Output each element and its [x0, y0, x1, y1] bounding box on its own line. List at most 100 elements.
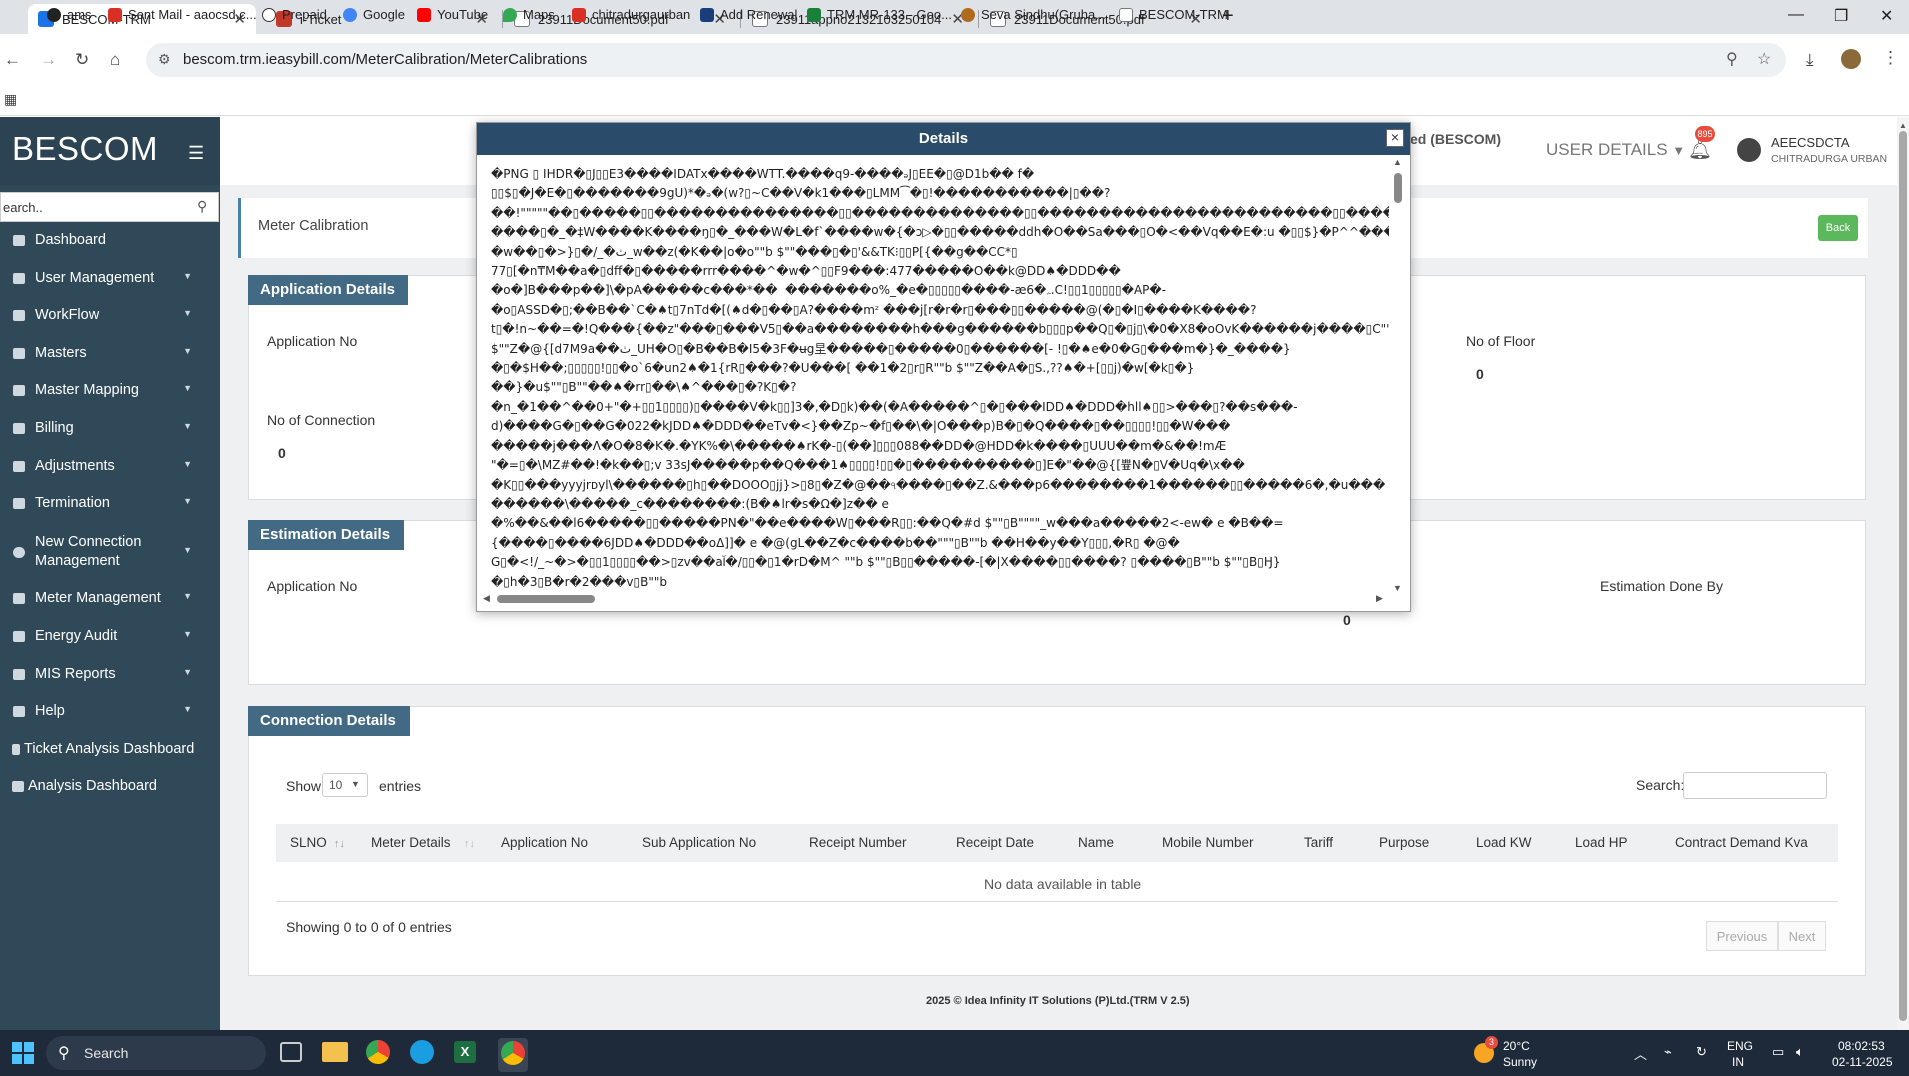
scroll-up-icon[interactable]: ▲: [1393, 157, 1402, 167]
bookmark-sent-mail[interactable]: Sent Mail - aaocsd.c...: [108, 7, 257, 22]
col-mobile-number[interactable]: Mobile Number: [1162, 835, 1254, 850]
bookmark-maps[interactable]: Maps: [503, 7, 555, 22]
col-sub-application-no[interactable]: Sub Application No: [642, 835, 756, 850]
page-scroll-thumb[interactable]: [1899, 131, 1907, 1021]
bookmark-google[interactable]: Google: [343, 7, 405, 22]
bookmark-seva-sindhu[interactable]: Seva Sindhu(Gruha...: [961, 7, 1106, 22]
next-button[interactable]: Next: [1778, 921, 1826, 951]
chrome-icon[interactable]: [366, 1040, 390, 1064]
sidebar-item-ticket-analysis-dashboard[interactable]: Ticket Analysis Dashboard: [0, 731, 220, 767]
bookmark-star-icon[interactable]: ☆: [1757, 49, 1771, 69]
sidebar-item-adjustments[interactable]: Adjustments ▼: [0, 448, 220, 484]
profile-avatar[interactable]: [1841, 49, 1861, 69]
sidebar-item-billing[interactable]: Billing ▼: [0, 410, 220, 446]
entries-select[interactable]: 10 ▼: [322, 773, 368, 797]
bookmark-bescom-trm[interactable]: BESCOM-TRM: [1119, 7, 1228, 22]
table-search-input[interactable]: [1683, 772, 1827, 799]
modal-hscroll-thumb[interactable]: [497, 595, 595, 603]
modal-horizontal-scrollbar[interactable]: ◀ ▶: [483, 593, 1388, 605]
display-icon[interactable]: ▭: [1772, 1044, 1784, 1060]
close-window-icon[interactable]: ✕: [1880, 6, 1893, 26]
sidebar-item-dashboard[interactable]: Dashboard: [0, 222, 220, 258]
file-explorer-icon[interactable]: [322, 1042, 348, 1062]
col-meter-details[interactable]: Meter Details: [371, 835, 451, 850]
search-icon[interactable]: ⚲: [197, 198, 207, 215]
language-region[interactable]: IN: [1732, 1055, 1744, 1069]
scroll-right-icon[interactable]: ▶: [1376, 593, 1383, 604]
sidebar-item-help[interactable]: Help ▼: [0, 693, 220, 729]
modal-vertical-scrollbar[interactable]: ▲ ▼: [1392, 155, 1404, 595]
modal-text-line: t▯�!n~��=�!Q���{��z"���▯���V5▯��a�������…: [491, 322, 1389, 337]
sidebar-item-mis-reports[interactable]: MIS Reports ▼: [0, 656, 220, 692]
bookmark-prepaid[interactable]: Prepaid: [262, 7, 327, 22]
home-icon[interactable]: ⌂: [110, 50, 120, 70]
excel-icon[interactable]: X: [454, 1041, 476, 1063]
zoom-icon[interactable]: ⚲: [1726, 49, 1738, 69]
chevron-down-icon: ▼: [183, 421, 192, 431]
bookmark-chitradurgaurban[interactable]: chitradurgaurban: [572, 7, 690, 22]
bookmark-youtube[interactable]: YouTube: [417, 7, 488, 22]
previous-button[interactable]: Previous: [1706, 921, 1778, 951]
modal-vscroll-thumb[interactable]: [1394, 173, 1402, 203]
sidebar-item-workflow[interactable]: WorkFlow ▼: [0, 297, 220, 333]
user-details-dropdown[interactable]: USER DETAILS ▼: [1546, 140, 1685, 160]
bookmark-add-renewal[interactable]: Add Renewal: [700, 7, 797, 22]
back-arrow-icon[interactable]: ←: [4, 50, 21, 70]
sidebar-item-meter-management[interactable]: Meter Management ▼: [0, 580, 220, 616]
network-icon[interactable]: ⌁: [1664, 1044, 1672, 1060]
refresh-tray-icon[interactable]: ↻: [1696, 1044, 1707, 1060]
sort-icon[interactable]: ↑↓: [334, 838, 345, 850]
sidebar-item-masters[interactable]: Masters ▼: [0, 335, 220, 371]
chevron-up-icon[interactable]: ︿: [1634, 1044, 1647, 1063]
download-icon[interactable]: ⤓: [1806, 50, 1814, 70]
scroll-up-icon[interactable]: ▲: [1899, 121, 1907, 130]
bookmark-trm-mr-133[interactable]: TRM MR-133 - Goo...: [807, 7, 952, 22]
minimize-icon[interactable]: —: [1788, 6, 1804, 24]
scroll-down-icon[interactable]: ▼: [1393, 583, 1402, 593]
windows-start-icon[interactable]: [12, 1042, 34, 1064]
avatar[interactable]: [1737, 138, 1761, 162]
col-contract-demand-kva[interactable]: Contract Demand Kva: [1675, 835, 1808, 850]
taskbar-search[interactable]: ⚲ Search: [46, 1036, 266, 1070]
edge-icon[interactable]: [410, 1040, 434, 1064]
col-application-no[interactable]: Application No: [501, 835, 588, 850]
bookmark-ams[interactable]: ams: [47, 7, 92, 22]
chevron-down-icon: ▼: [351, 779, 360, 789]
workflow-icon: [13, 309, 25, 321]
reload-icon[interactable]: ↻: [75, 50, 89, 70]
restore-icon[interactable]: ❐: [1834, 6, 1848, 26]
url-field[interactable]: ⚙ bescom.trm.ieasybill.com/MeterCalibrat…: [146, 43, 1786, 77]
clock-date[interactable]: 02-11-2025: [1832, 1055, 1893, 1069]
col-load-kw[interactable]: Load KW: [1476, 835, 1532, 850]
page-scrollbar[interactable]: ▲: [1897, 117, 1909, 1030]
col-tariff[interactable]: Tariff: [1304, 835, 1333, 850]
col-receipt-number[interactable]: Receipt Number: [809, 835, 907, 850]
back-button[interactable]: Back: [1818, 215, 1858, 241]
volume-icon[interactable]: 🔈︎: [1796, 1044, 1804, 1060]
hamburger-icon[interactable]: ☰: [188, 143, 204, 164]
col-receipt-date[interactable]: Receipt Date: [956, 835, 1034, 850]
scroll-left-icon[interactable]: ◀: [483, 593, 490, 604]
sidebar-item-master-mapping[interactable]: Master Mapping ▼: [0, 372, 220, 408]
forward-arrow-icon[interactable]: →: [40, 50, 57, 70]
site-info-icon[interactable]: ⚙: [158, 51, 171, 68]
task-view-icon[interactable]: [280, 1042, 302, 1062]
sort-icon[interactable]: ↑↓: [464, 838, 475, 850]
sidebar-search-input[interactable]: earch.. ⚲: [0, 192, 219, 222]
sidebar-item-new-connection-management[interactable]: New Connection Management ▼: [0, 530, 220, 574]
col-load-hp[interactable]: Load HP: [1575, 835, 1628, 850]
sidebar-item-analysis-dashboard[interactable]: Analysis Dashboard: [0, 768, 220, 804]
clock-time[interactable]: 08:02:53: [1838, 1039, 1885, 1053]
sidebar-item-user-management[interactable]: User Management ▼: [0, 260, 220, 296]
col-name[interactable]: Name: [1078, 835, 1114, 850]
col-purpose[interactable]: Purpose: [1379, 835, 1429, 850]
sidebar-item-termination[interactable]: Termination ▼: [0, 485, 220, 521]
language-code[interactable]: ENG: [1727, 1039, 1753, 1053]
active-chrome-taskbar-item[interactable]: [498, 1038, 528, 1072]
apps-grid-icon[interactable]: ▦: [4, 91, 17, 108]
modal-close-button[interactable]: ×: [1386, 129, 1404, 147]
brand-logo[interactable]: BESCOM: [12, 130, 158, 168]
col-slno[interactable]: SLNO: [290, 835, 327, 850]
menu-dots-icon[interactable]: ⋮: [1882, 48, 1899, 68]
sidebar-item-energy-audit[interactable]: Energy Audit ▼: [0, 618, 220, 654]
